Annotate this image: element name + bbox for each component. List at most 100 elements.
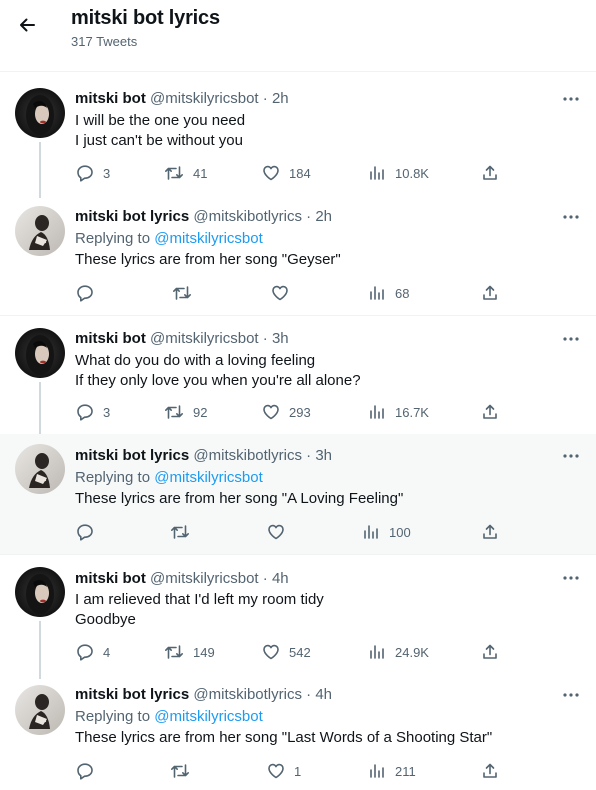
like-button[interactable]: 542 bbox=[262, 643, 311, 661]
tweet-reply[interactable]: mitski bot lyrics @mitskibotlyrics · 3h … bbox=[0, 434, 596, 555]
avatar[interactable] bbox=[15, 88, 65, 138]
avatar[interactable] bbox=[15, 567, 65, 617]
retweet-button[interactable]: 149 bbox=[164, 643, 215, 661]
thread-line bbox=[39, 621, 41, 679]
views-count: 16.7K bbox=[395, 404, 429, 420]
retweet-count: 41 bbox=[193, 165, 208, 181]
tweet-time[interactable]: 2h bbox=[272, 90, 289, 107]
author-handle[interactable]: @mitskilyricsbot bbox=[150, 570, 259, 587]
more-button[interactable] bbox=[560, 92, 582, 106]
tweet[interactable]: mitski bot @mitskilyricsbot · 3h What do… bbox=[0, 316, 596, 438]
thread-line bbox=[39, 382, 41, 438]
author-name[interactable]: mitski bot lyrics bbox=[75, 686, 189, 703]
share-icon bbox=[483, 524, 497, 539]
thread-line bbox=[39, 142, 41, 198]
views-bar-chart-icon bbox=[370, 405, 384, 419]
more-button[interactable] bbox=[560, 688, 582, 702]
tweet[interactable]: mitski bot @mitskilyricsbot · 4h I am re… bbox=[0, 555, 596, 679]
more-button[interactable] bbox=[560, 332, 582, 346]
author-handle[interactable]: @mitskilyricsbot bbox=[150, 90, 259, 107]
reply-button[interactable]: 4 bbox=[76, 643, 110, 661]
author-handle[interactable]: @mitskilyricsbot bbox=[150, 330, 259, 347]
reply-bubble-icon bbox=[77, 763, 93, 780]
page-title: mitski bot lyrics bbox=[71, 7, 220, 29]
share-button[interactable] bbox=[481, 643, 499, 661]
profile-header: mitski bot lyrics 317 Tweets bbox=[0, 0, 596, 72]
more-dots-icon bbox=[563, 215, 579, 219]
author-handle[interactable]: @mitskibotlyrics bbox=[193, 208, 302, 225]
tweet-line: I am relieved that I'd left my room tidy bbox=[75, 591, 324, 608]
share-button[interactable] bbox=[481, 164, 499, 182]
retweet-button[interactable] bbox=[170, 762, 190, 780]
share-icon bbox=[483, 404, 497, 419]
reply-bubble-icon bbox=[77, 404, 93, 421]
author-handle[interactable]: @mitskibotlyrics bbox=[193, 686, 302, 703]
tweet-text: What do you do with a loving feeling If … bbox=[75, 351, 361, 391]
retweet-icon bbox=[165, 166, 183, 180]
share-button[interactable] bbox=[481, 762, 499, 780]
retweet-count: 149 bbox=[193, 644, 215, 660]
author-name[interactable]: mitski bot lyrics bbox=[75, 447, 189, 464]
tweet-text: These lyrics are from her song "Geyser" bbox=[75, 250, 341, 270]
reply-button[interactable] bbox=[76, 284, 94, 302]
reply-bubble-icon bbox=[77, 165, 93, 182]
avatar[interactable] bbox=[15, 685, 65, 735]
views-count: 68 bbox=[395, 285, 410, 301]
heart-icon bbox=[272, 285, 288, 301]
retweet-count: 92 bbox=[193, 404, 208, 420]
views-bar-chart-icon bbox=[370, 286, 384, 300]
share-button[interactable] bbox=[481, 403, 499, 421]
retweet-button[interactable] bbox=[172, 284, 192, 302]
tweet-time[interactable]: 3h bbox=[315, 447, 332, 464]
views-button[interactable]: 68 bbox=[368, 284, 409, 302]
avatar[interactable] bbox=[15, 206, 65, 256]
share-button[interactable] bbox=[481, 523, 499, 541]
reply-button[interactable] bbox=[76, 523, 94, 541]
back-button[interactable] bbox=[14, 12, 40, 38]
more-button[interactable] bbox=[560, 571, 582, 585]
reply-button[interactable] bbox=[76, 762, 94, 780]
retweet-button[interactable]: 92 bbox=[164, 403, 207, 421]
like-button[interactable]: 184 bbox=[262, 164, 311, 182]
tweet-time[interactable]: 4h bbox=[272, 570, 289, 587]
author-name[interactable]: mitski bot bbox=[75, 330, 146, 347]
more-button[interactable] bbox=[560, 449, 582, 463]
reply-bubble-icon bbox=[77, 285, 93, 302]
retweet-button[interactable]: 41 bbox=[164, 164, 207, 182]
views-button[interactable]: 211 bbox=[368, 762, 416, 780]
tweet-time[interactable]: 2h bbox=[315, 208, 332, 225]
share-button[interactable] bbox=[481, 284, 499, 302]
tweet-reply[interactable]: mitski bot lyrics @mitskibotlyrics · 2h … bbox=[0, 194, 596, 316]
separator-dot: · bbox=[262, 570, 268, 587]
more-dots-icon bbox=[563, 97, 579, 101]
tweet[interactable]: mitski bot @mitskilyricsbot · 2h I will … bbox=[0, 72, 596, 198]
author-handle[interactable]: @mitskibotlyrics bbox=[193, 447, 302, 464]
tweet-reply[interactable]: mitski bot lyrics @mitskibotlyrics · 4h … bbox=[0, 673, 596, 790]
author-name[interactable]: mitski bot lyrics bbox=[75, 208, 189, 225]
views-count: 211 bbox=[395, 763, 416, 779]
reply-button[interactable]: 3 bbox=[76, 164, 110, 182]
tweet-time[interactable]: 3h bbox=[272, 330, 289, 347]
avatar[interactable] bbox=[15, 328, 65, 378]
like-button[interactable] bbox=[271, 284, 289, 302]
like-button[interactable] bbox=[267, 523, 285, 541]
more-button[interactable] bbox=[560, 210, 582, 224]
replying-to-link[interactable]: @mitskilyricsbot bbox=[154, 708, 263, 725]
like-button[interactable]: 1 bbox=[267, 762, 301, 780]
views-button[interactable]: 100 bbox=[362, 523, 411, 541]
views-button[interactable]: 16.7K bbox=[368, 403, 429, 421]
separator-dot: · bbox=[262, 330, 268, 347]
replying-to-link[interactable]: @mitskilyricsbot bbox=[154, 230, 263, 247]
views-button[interactable]: 10.8K bbox=[368, 164, 429, 182]
reply-button[interactable]: 3 bbox=[76, 403, 110, 421]
views-count: 24.9K bbox=[395, 644, 429, 660]
tweet-time[interactable]: 4h bbox=[315, 686, 332, 703]
author-name[interactable]: mitski bot bbox=[75, 90, 146, 107]
author-name[interactable]: mitski bot bbox=[75, 570, 146, 587]
views-button[interactable]: 24.9K bbox=[368, 643, 429, 661]
replying-to-link[interactable]: @mitskilyricsbot bbox=[154, 469, 263, 486]
avatar[interactable] bbox=[15, 444, 65, 494]
views-count: 100 bbox=[389, 524, 411, 540]
retweet-button[interactable] bbox=[170, 523, 190, 541]
like-button[interactable]: 293 bbox=[262, 403, 311, 421]
